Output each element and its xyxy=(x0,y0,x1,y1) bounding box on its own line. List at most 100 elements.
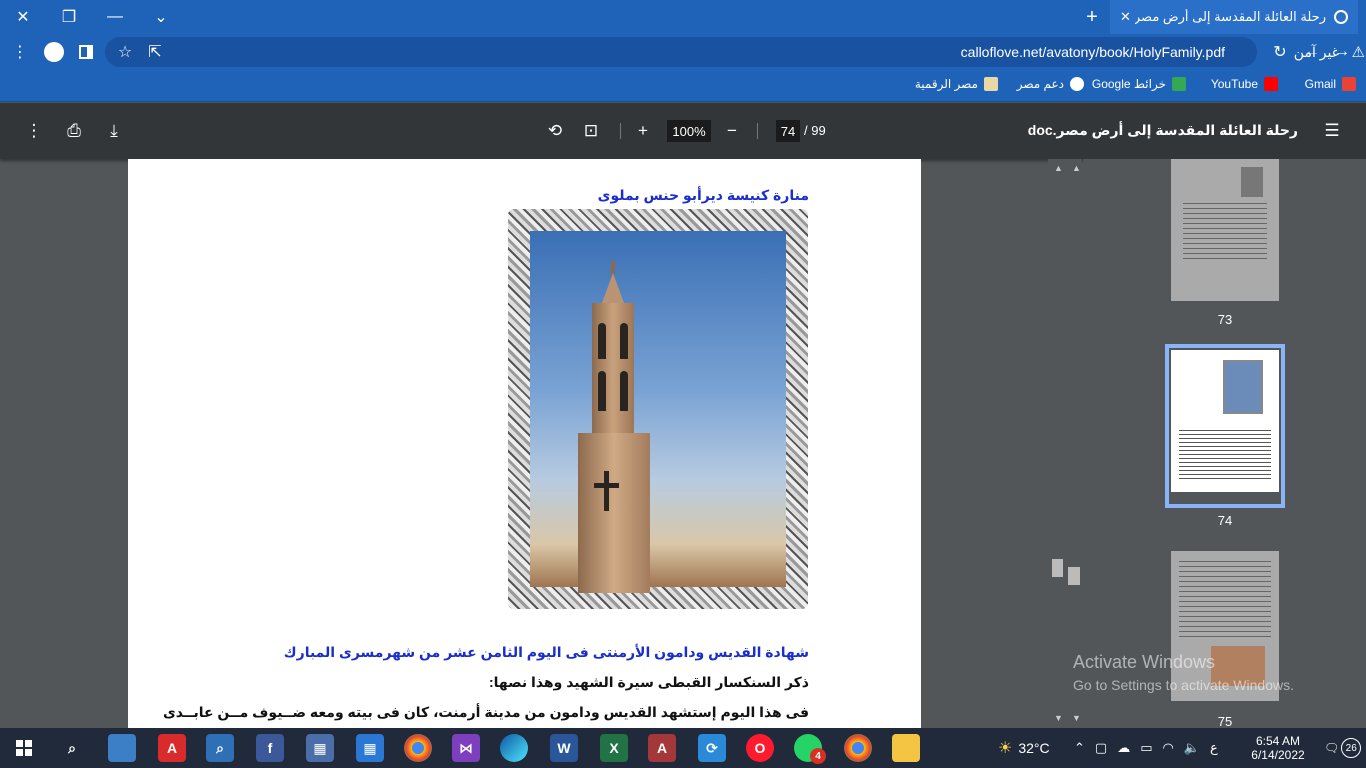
share-icon[interactable]: ⇱ xyxy=(145,42,165,62)
activation-watermark-title: Activate Windows xyxy=(1073,652,1216,672)
calculator-icon[interactable]: ▦ xyxy=(306,734,334,762)
scroll-thumb[interactable] xyxy=(1052,559,1063,577)
reload-icon[interactable]: ↻ xyxy=(1268,40,1292,64)
thumbnail-label: 75 xyxy=(1217,714,1233,729)
chevron-down-icon: ⌄ xyxy=(154,9,168,26)
zoom-input[interactable]: 100% xyxy=(667,120,711,142)
facebook-icon[interactable]: f xyxy=(256,734,284,762)
zoom-out-icon[interactable]: − xyxy=(720,119,744,143)
separator xyxy=(620,123,621,139)
chrome-icon[interactable] xyxy=(404,734,432,762)
back-icon[interactable]: → xyxy=(1330,40,1354,64)
bookmark-youtube[interactable]: YouTube xyxy=(1211,77,1278,91)
page-total: / 99 xyxy=(804,123,826,138)
minaret-photo-frame xyxy=(508,209,808,609)
bookmark-support[interactable]: دعم مصر xyxy=(1017,77,1084,91)
page-number-input[interactable]: 74 xyxy=(776,120,800,142)
chevron-up-icon[interactable]: ⌃ xyxy=(1074,740,1085,756)
cloud-icon[interactable]: ☁ xyxy=(1117,740,1130,756)
digital-egypt-icon xyxy=(984,77,998,91)
minimize-icon: — xyxy=(107,8,123,25)
thumbnail-sidebar: 73 74 75 xyxy=(1083,159,1366,729)
tab-search-button[interactable]: ⌄ xyxy=(138,0,184,34)
system-tray[interactable]: ⌃ ▢ ☁ ▭ ◠ 🔈 ع xyxy=(1074,728,1218,768)
side-panel-icon[interactable] xyxy=(74,40,98,64)
page-thumbnail-74[interactable] xyxy=(1171,350,1279,492)
new-tab-button[interactable]: + xyxy=(1080,5,1104,29)
close-icon: ✕ xyxy=(16,9,30,26)
tab-title: رحلة العائلة المقدسة إلى أرض مصر xyxy=(1134,9,1326,24)
pdf-page: منارة كنيسة ديرأبو حنس بملوى شهادة القدي… xyxy=(128,159,921,728)
print-icon[interactable]: ⎙ xyxy=(62,119,86,143)
gmail-icon xyxy=(1342,77,1356,91)
control-panel-icon[interactable] xyxy=(108,734,136,762)
url-text[interactable]: calloflove.net/avatony/book/HolyFamily.p… xyxy=(961,44,1225,60)
clock[interactable]: 6:54 AM 6/14/2022 xyxy=(1246,728,1310,768)
file-explorer-icon[interactable] xyxy=(892,734,920,762)
excel-icon[interactable]: X xyxy=(600,734,628,762)
volume-icon[interactable]: 🔈 xyxy=(1184,740,1200,756)
profile-icon[interactable] xyxy=(42,40,66,64)
menu-dots-icon[interactable]: ⋮ xyxy=(8,40,32,64)
browser-tab[interactable]: رحلة العائلة المقدسة إلى أرض مصر ✕ xyxy=(1110,0,1358,34)
word-icon[interactable]: W xyxy=(550,734,578,762)
magnifier-icon[interactable]: ⌕ xyxy=(206,734,234,762)
phone-icon[interactable]: ▢ xyxy=(1095,740,1107,756)
body-line-1: ذكر السنكسار القبطى سيرة الشهيد وهذا نصه… xyxy=(488,674,809,690)
language-indicator[interactable]: ع xyxy=(1210,740,1218,756)
notification-center[interactable]: 🗨 26 xyxy=(1324,728,1362,768)
minimize-button[interactable]: — xyxy=(92,0,138,34)
scroll-thumb[interactable] xyxy=(1068,567,1080,585)
opera-icon[interactable]: O xyxy=(746,734,774,762)
battery-icon[interactable]: ▭ xyxy=(1140,740,1152,756)
hamburger-menu-icon[interactable]: ☰ xyxy=(1320,119,1344,143)
taskbar: ⌕ A ⌕ f ▦ ▦ ⋈ W X A ⟳ O 4 ☀ 32°C ⌃ ▢ ☁ ▭ … xyxy=(0,728,1366,768)
omnibox[interactable]: ☆ ⇱ calloflove.net/avatony/book/HolyFami… xyxy=(105,37,1365,67)
search-icon[interactable]: ⌕ xyxy=(58,734,86,762)
youtube-icon xyxy=(1264,77,1278,91)
zoom-in-icon[interactable]: + xyxy=(631,119,655,143)
bookmark-gmail[interactable]: Gmail xyxy=(1305,77,1356,91)
download-icon[interactable]: ⤓ xyxy=(102,119,126,143)
clock-time: 6:54 AM xyxy=(1255,734,1301,748)
edge-icon[interactable] xyxy=(500,734,528,762)
start-button[interactable] xyxy=(10,734,38,762)
autocad-icon[interactable]: A xyxy=(158,734,186,762)
image-caption: منارة كنيسة ديرأبو حنس بملوى xyxy=(597,187,809,203)
bookmark-maps[interactable]: خرائط Google xyxy=(1092,77,1186,91)
whatsapp-icon[interactable]: 4 xyxy=(794,734,826,764)
scroll-up-icon[interactable]: ▲ xyxy=(1072,163,1081,173)
close-window-button[interactable]: ✕ xyxy=(0,0,46,34)
restore-button[interactable]: ❐ xyxy=(46,0,92,34)
sync-icon[interactable]: ⟳ xyxy=(698,734,726,762)
activation-watermark-sub: Go to Settings to activate Windows. xyxy=(1073,677,1294,693)
wifi-icon[interactable]: ◠ xyxy=(1163,740,1174,756)
star-icon[interactable]: ☆ xyxy=(115,42,135,62)
rotate-icon[interactable]: ⟲ xyxy=(543,119,567,143)
weather-widget[interactable]: ☀ 32°C xyxy=(998,728,1050,768)
calendar-icon[interactable]: ▦ xyxy=(356,734,384,762)
minaret-photo xyxy=(530,231,786,593)
more-options-icon[interactable]: ⋮ xyxy=(22,119,46,143)
forward-icon[interactable]: ← xyxy=(1300,40,1324,64)
access-icon[interactable]: A xyxy=(648,734,676,762)
globe-icon xyxy=(1334,10,1348,24)
notification-count: 26 xyxy=(1341,738,1362,758)
scroll-down-icon[interactable]: ▼ xyxy=(1072,713,1081,723)
scroll-up-icon[interactable]: ▲ xyxy=(1054,163,1063,173)
separator xyxy=(757,123,758,139)
thumbnail-label: 74 xyxy=(1217,513,1233,528)
chrome-active-icon[interactable] xyxy=(844,734,872,762)
page-thumbnail-73[interactable] xyxy=(1171,159,1279,301)
scrollbar[interactable]: ▲ ▲ ▼ ▼ xyxy=(1048,159,1082,728)
section-heading: شهادة القديس ودامون الأرمنتى فى اليوم ال… xyxy=(283,644,809,660)
minaret-tower xyxy=(568,261,658,593)
bookmark-digital-egypt[interactable]: مصر الرقمية xyxy=(915,77,998,91)
fit-page-icon[interactable]: ⊡ xyxy=(579,119,603,143)
scroll-down-icon[interactable]: ▼ xyxy=(1054,713,1063,723)
visual-studio-icon[interactable]: ⋈ xyxy=(452,734,480,762)
pdf-toolbar: ☰ رحلة العائلة المقدسة إلى أرض مصر.doc /… xyxy=(0,103,1366,159)
notification-icon: 🗨 xyxy=(1324,741,1340,755)
tab-close-icon[interactable]: ✕ xyxy=(1120,9,1131,25)
notification-badge: 4 xyxy=(810,748,826,764)
